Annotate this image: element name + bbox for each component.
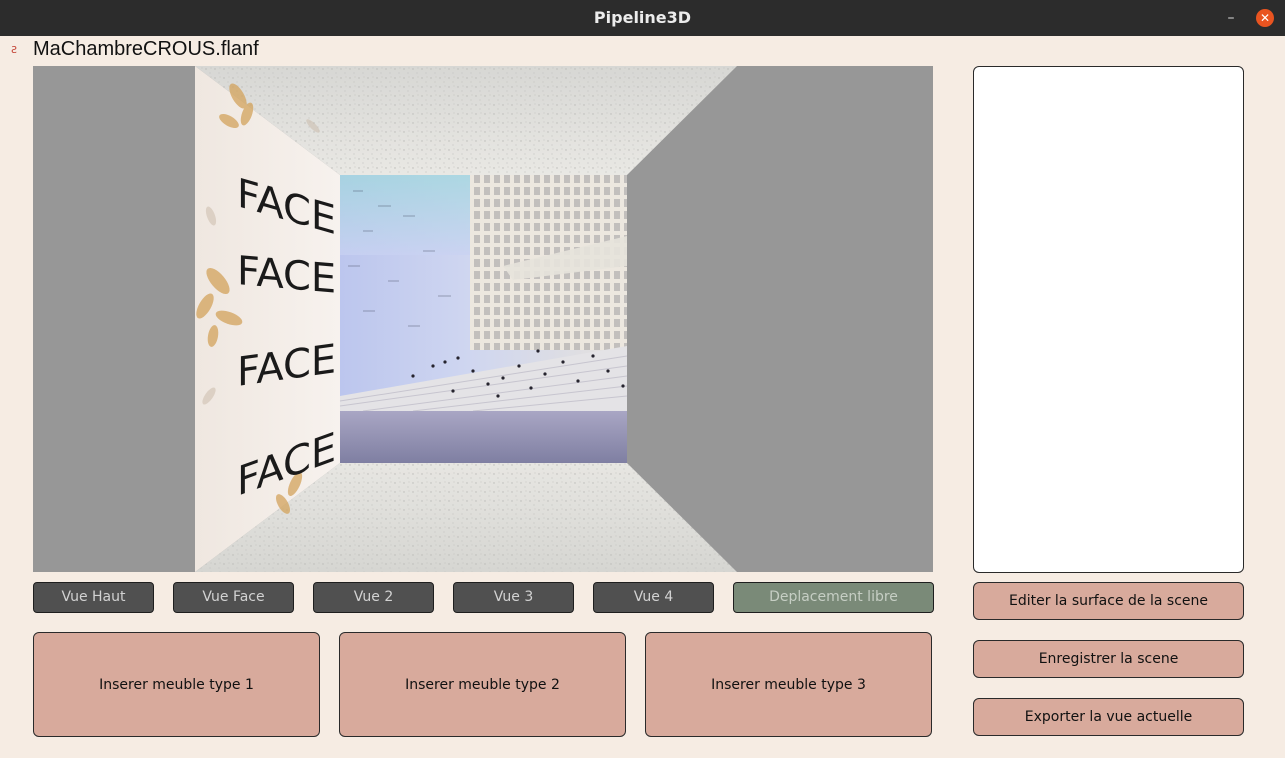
minimize-button[interactable]: – (1222, 9, 1240, 27)
insert-furniture-type-2-label: Inserer meuble type 2 (405, 676, 560, 693)
insert-furniture-type-3-button[interactable]: Inserer meuble type 3 (645, 632, 932, 737)
insert-furniture-type-3-label: Inserer meuble type 3 (711, 676, 866, 693)
document-filename: MaChambreCROUS.flanf (33, 38, 259, 60)
properties-panel[interactable] (973, 66, 1244, 573)
app-window: Pipeline3D – ✕ Ƨ MaChambreCROUS.flanf FA… (0, 0, 1285, 758)
view-front-button[interactable]: Vue Face (173, 582, 294, 613)
view-2-button[interactable]: Vue 2 (313, 582, 434, 613)
view-top-button[interactable]: Vue Haut (33, 582, 154, 613)
view-4-button[interactable]: Vue 4 (593, 582, 714, 613)
save-scene-button[interactable]: Enregistrer la scene (973, 640, 1244, 678)
window-title: Pipeline3D (593, 8, 692, 27)
room-render: FACE FACE FACE FACE (195, 66, 737, 572)
insert-furniture-type-2-button[interactable]: Inserer meuble type 2 (339, 632, 626, 737)
title-bar[interactable]: Pipeline3D – ✕ (0, 0, 1285, 36)
close-button[interactable]: ✕ (1256, 9, 1274, 27)
free-move-button[interactable]: Deplacement libre (733, 582, 934, 613)
wall-text: FACE (237, 248, 336, 303)
3d-viewport[interactable]: FACE FACE FACE FACE (33, 66, 933, 572)
edit-surface-button[interactable]: Editer la surface de la scene (973, 582, 1244, 620)
insert-furniture-type-1-label: Inserer meuble type 1 (99, 676, 254, 693)
file-icon: Ƨ (11, 45, 18, 56)
insert-furniture-type-1-button[interactable]: Inserer meuble type 1 (33, 632, 320, 737)
export-view-button[interactable]: Exporter la vue actuelle (973, 698, 1244, 736)
view-3-button[interactable]: Vue 3 (453, 582, 574, 613)
